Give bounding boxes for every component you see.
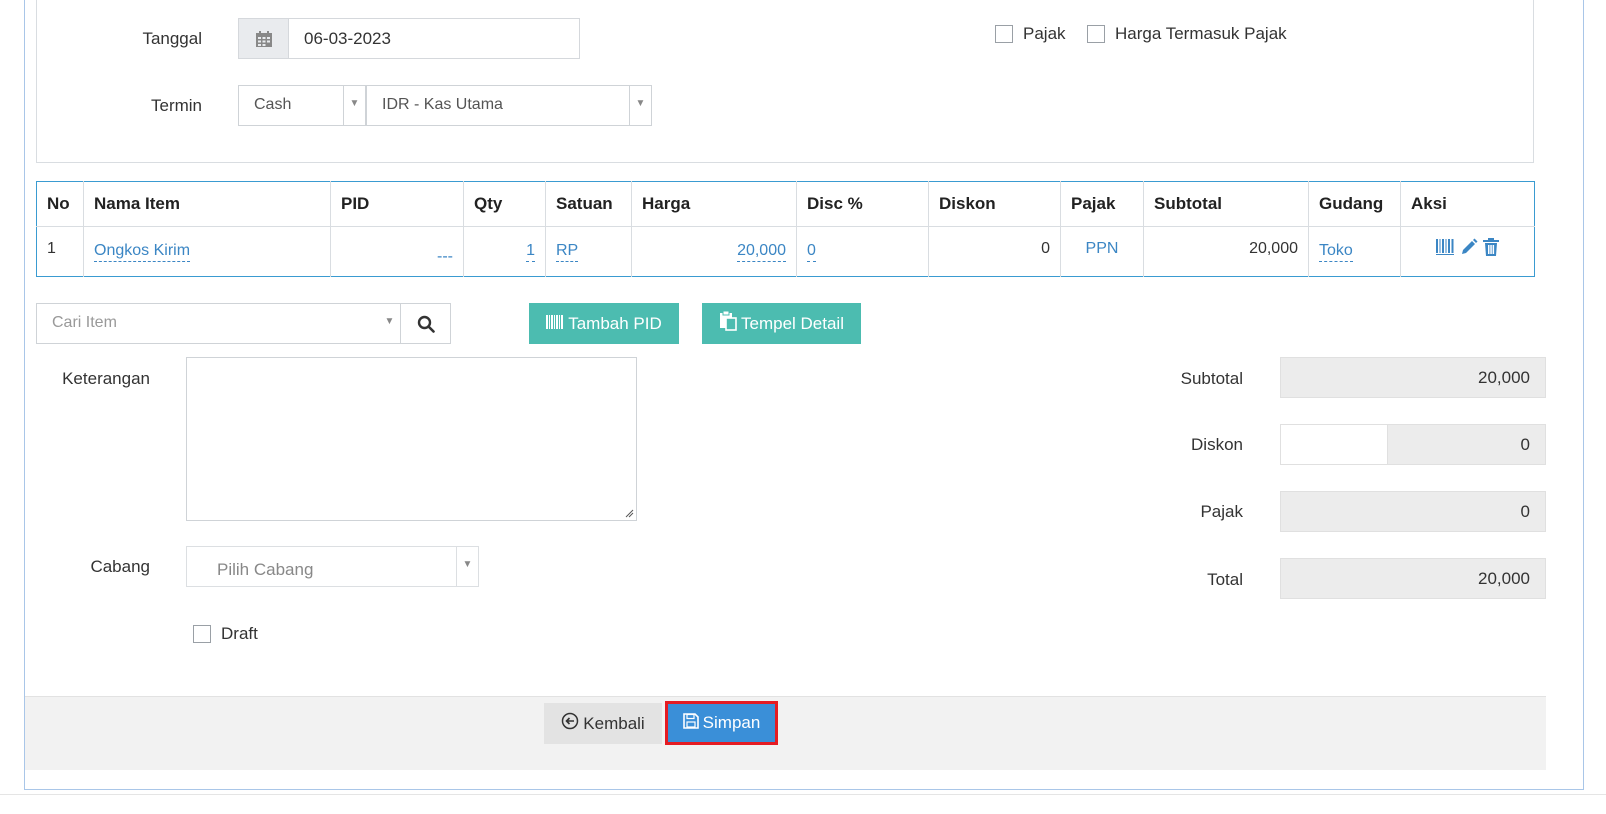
- form-footer: [25, 696, 1546, 770]
- barcode-icon[interactable]: [1435, 238, 1455, 261]
- tambah-pid-button[interactable]: Tambah PID: [529, 303, 679, 344]
- summary-subtotal-value: 20,000: [1280, 357, 1546, 398]
- page-bottom-divider: [0, 794, 1606, 795]
- col-aksi: Aksi: [1400, 181, 1535, 227]
- table-header-row: No Nama Item PID Qty Satuan Harga Disc %…: [36, 181, 1535, 227]
- paste-icon: [719, 310, 737, 336]
- col-no: No: [36, 181, 84, 227]
- col-disc: Disc %: [796, 181, 929, 227]
- chevron-down-icon: ▼: [456, 547, 478, 586]
- col-harga: Harga: [631, 181, 797, 227]
- col-subtotal: Subtotal: [1143, 181, 1309, 227]
- chevron-down-icon: ▼: [629, 86, 651, 125]
- cabang-placeholder: Pilih Cabang: [217, 560, 314, 579]
- summary-diskon-value: 0: [1520, 435, 1530, 454]
- simpan-label: Simpan: [702, 713, 761, 732]
- calendar-icon[interactable]: [239, 19, 289, 58]
- summary-subtotal-label: Subtotal: [1180, 369, 1243, 388]
- row-no: 1: [36, 226, 84, 277]
- termin-select[interactable]: Cash ▼: [238, 85, 366, 126]
- tanggal-label: Tanggal: [142, 29, 202, 48]
- kembali-label: Kembali: [583, 713, 645, 733]
- qty-link[interactable]: 1: [526, 242, 535, 262]
- account-select[interactable]: IDR - Kas Utama ▼: [366, 85, 652, 126]
- col-pajak: Pajak: [1060, 181, 1144, 227]
- chevron-down-icon: ▼: [343, 86, 365, 125]
- draft-label: Draft: [221, 624, 258, 643]
- keterangan-label: Keterangan: [62, 369, 150, 388]
- summary-pajak-label: Pajak: [1200, 502, 1243, 521]
- subtotal-value: 20,000: [1143, 226, 1309, 277]
- col-qty: Qty: [463, 181, 546, 227]
- edit-icon[interactable]: [1460, 238, 1478, 261]
- search-button[interactable]: [402, 304, 450, 343]
- table-row: 1 Ongkos Kirim --- 1 RP 20,000 0 0 PPN 2…: [36, 226, 1535, 277]
- arrow-left-circle-icon: [561, 712, 579, 735]
- diskon-input[interactable]: [1281, 425, 1388, 464]
- cari-item-select[interactable]: Cari Item ▼: [36, 303, 451, 344]
- resize-grip-icon[interactable]: [624, 508, 634, 518]
- cari-item-placeholder: Cari Item: [52, 314, 117, 331]
- col-nama-item: Nama Item: [83, 181, 331, 227]
- save-icon: [682, 712, 699, 734]
- tambah-pid-label: Tambah PID: [568, 313, 662, 333]
- kembali-button[interactable]: Kembali: [544, 703, 662, 744]
- harga-termasuk-pajak-label: Harga Termasuk Pajak: [1115, 24, 1287, 43]
- satuan-link[interactable]: RP: [556, 242, 579, 262]
- pajak-label: Pajak: [1023, 24, 1066, 43]
- barcode-icon: [546, 314, 564, 334]
- summary-total-value: 20,000: [1280, 558, 1546, 599]
- pajak-checkbox[interactable]: [995, 25, 1013, 43]
- summary-total-label: Total: [1207, 570, 1243, 589]
- keterangan-textarea[interactable]: [186, 357, 637, 521]
- tempel-detail-button[interactable]: Tempel Detail: [702, 303, 861, 344]
- pajak-link[interactable]: PPN: [1086, 240, 1119, 259]
- trash-icon[interactable]: [1482, 237, 1500, 262]
- cabang-select[interactable]: Pilih Cabang ▼: [186, 546, 479, 587]
- simpan-button[interactable]: Simpan: [665, 701, 778, 745]
- termin-label: Termin: [150, 96, 202, 115]
- summary-diskon-label: Diskon: [1191, 435, 1243, 454]
- gudang-link[interactable]: Toko: [1319, 242, 1353, 262]
- search-icon: [417, 315, 435, 333]
- summary-diskon-box: 0: [1280, 424, 1546, 465]
- harga-termasuk-pajak-checkbox[interactable]: [1087, 25, 1105, 43]
- col-satuan: Satuan: [545, 181, 632, 227]
- pid-link[interactable]: ---: [437, 248, 453, 267]
- tanggal-field[interactable]: 06-03-2023: [238, 18, 580, 59]
- draft-checkbox[interactable]: [193, 625, 211, 643]
- tanggal-value: 06-03-2023: [304, 29, 391, 48]
- item-name-link[interactable]: Ongkos Kirim: [94, 242, 191, 262]
- col-diskon: Diskon: [928, 181, 1061, 227]
- account-value: IDR - Kas Utama: [382, 96, 503, 113]
- summary-pajak-value: 0: [1280, 491, 1546, 532]
- col-gudang: Gudang: [1308, 181, 1401, 227]
- diskon-value: 0: [928, 226, 1061, 277]
- termin-value: Cash: [254, 96, 292, 113]
- harga-link[interactable]: 20,000: [737, 242, 786, 262]
- items-table: No Nama Item PID Qty Satuan Harga Disc %…: [36, 181, 1535, 277]
- disc-link[interactable]: 0: [807, 242, 816, 262]
- chevron-down-icon: ▼: [379, 304, 401, 343]
- col-pid: PID: [330, 181, 464, 227]
- cabang-label: Cabang: [90, 557, 150, 576]
- tempel-detail-label: Tempel Detail: [741, 313, 844, 333]
